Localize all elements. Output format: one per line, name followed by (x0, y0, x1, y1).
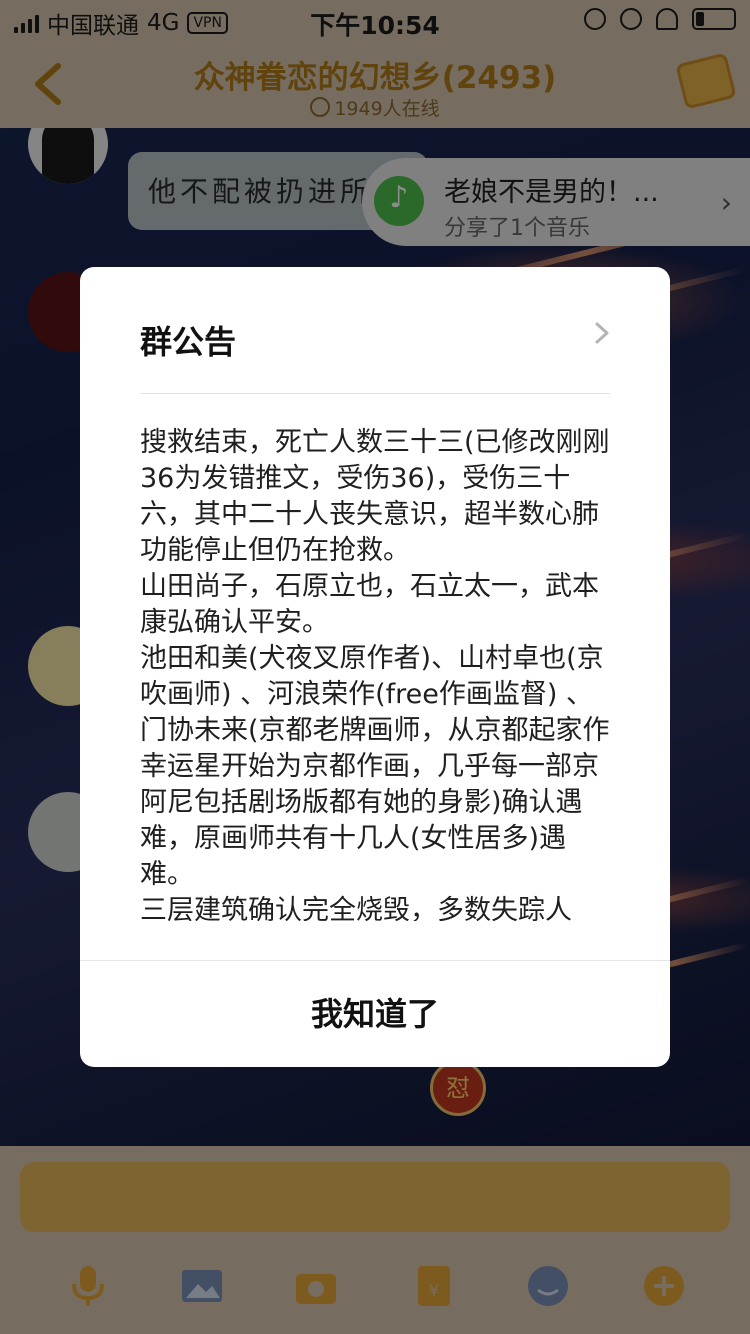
announcement-body[interactable]: 搜救结束，死亡人数三十三(已修改刚刚36为发错推文，受伤36)，受伤三十六，其中… (140, 425, 612, 921)
chevron-right-icon (595, 322, 609, 344)
announcement-paragraph: 搜救结束，死亡人数三十三(已修改刚刚36为发错推文，受伤36)，受伤三十六，其中… (140, 427, 610, 566)
announcement-paragraph: 池田和美(犬夜叉原作者)、山村卓也(京吹画师) 、河浪荣作(free作画监督) … (140, 643, 610, 890)
confirm-button[interactable]: 我知道了 (80, 961, 670, 1067)
announcement-header[interactable]: 群公告 (140, 307, 610, 367)
divider (140, 393, 610, 394)
announcement-paragraph: 三层建筑确认完全烧毁，多数失踪人 (140, 895, 572, 921)
announcement-dialog: 群公告 搜救结束，死亡人数三十三(已修改刚刚36为发错推文，受伤36)，受伤三十… (80, 267, 670, 1067)
announcement-paragraph: 山田尚子，石原立也，石立太一，武本康弘确认平安。 (140, 571, 599, 638)
announcement-title: 群公告 (140, 323, 237, 361)
